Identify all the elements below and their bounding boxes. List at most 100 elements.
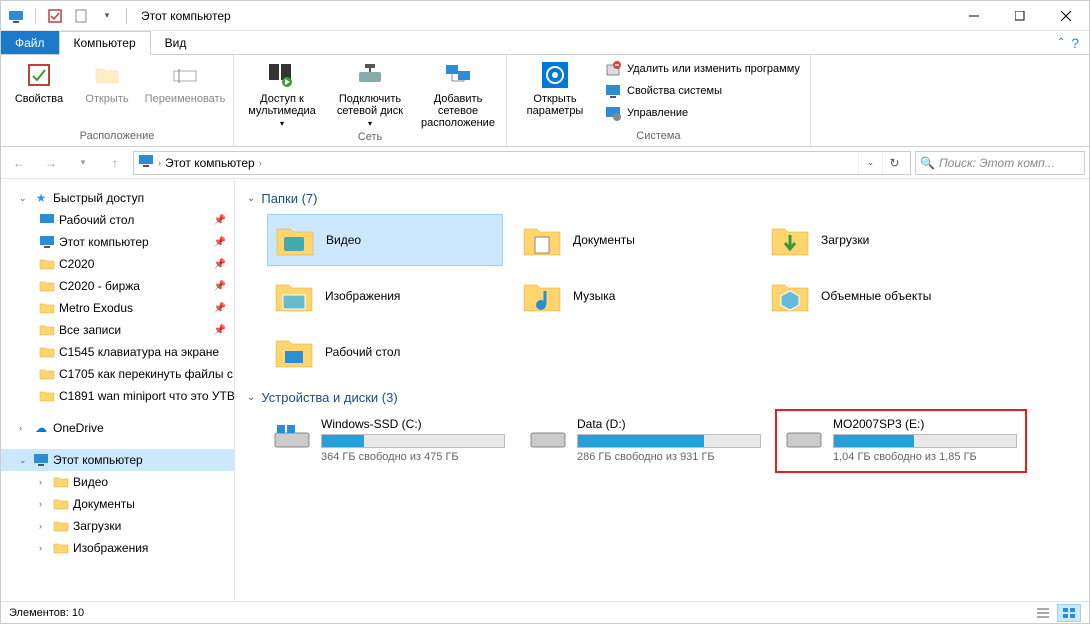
tree-quick-access[interactable]: ⌄★Быстрый доступ [1,187,234,209]
address-dropdown-button[interactable]: ⌄ [858,152,882,174]
ribbon-rename-button: Переименовать [143,57,227,105]
map-drive-icon [354,59,386,91]
folder-icon [39,344,55,360]
maximize-button[interactable] [997,1,1043,31]
folder-icon [53,540,69,556]
breadcrumb-root[interactable]: Этот компьютер [165,156,255,170]
open-icon [91,59,123,91]
downloads-folder-icon [769,219,811,261]
drive-icon [785,419,823,457]
drive-usage-bar [321,434,505,448]
ribbon-sysprops-button[interactable]: Свойства системы [601,81,804,101]
nav-recent-button[interactable]: ▾ [69,151,97,175]
nav-up-button[interactable]: ↑ [101,151,129,175]
folder-item-3d[interactable]: Объемные объекты [763,270,999,322]
uninstall-icon [605,61,621,77]
tree-folder-c2020b[interactable]: C2020 - биржа📌 [1,275,234,297]
tab-file[interactable]: Файл [1,31,59,54]
ribbon-group-system: Система [636,128,680,146]
folder-item-pictures[interactable]: Изображения [267,270,503,322]
content-pane: ⌄Папки (7) Видео Документы Загрузки Изоб… [235,179,1089,601]
minimize-button[interactable] [951,1,997,31]
ribbon-map-drive-button[interactable]: Подключить сетевой диск▾ [328,57,412,128]
close-button[interactable] [1043,1,1089,31]
qat-dropdown-icon[interactable]: ▾ [96,5,118,27]
chevron-right-icon[interactable]: › [158,158,161,168]
tree-folder-metro[interactable]: Metro Exodus📌 [1,297,234,319]
pin-icon: 📌 [214,281,226,292]
folder-icon [39,388,55,404]
tree-folder-c1705[interactable]: C1705 как перекинуть файлы с п [1,363,234,385]
folder-icon [53,518,69,534]
tree-documents[interactable]: ›Документы [1,493,234,515]
star-icon: ★ [33,190,49,206]
qat-new-icon[interactable] [70,5,92,27]
tree-this-pc-pinned[interactable]: Этот компьютер📌 [1,231,234,253]
qat-explorer-icon[interactable] [5,5,27,27]
tree-downloads[interactable]: ›Загрузки [1,515,234,537]
manage-icon [605,105,621,121]
ribbon-group-network: Сеть [358,129,382,147]
search-input[interactable]: 🔍 Поиск: Этот комп... [915,151,1085,175]
ribbon-settings-button[interactable]: Открыть параметры [513,57,597,117]
add-location-icon [442,59,474,91]
folder-item-videos[interactable]: Видео [267,214,503,266]
tree-videos[interactable]: ›Видео [1,471,234,493]
tab-computer[interactable]: Компьютер [59,31,151,55]
folder-item-desktop[interactable]: Рабочий стол [267,326,503,378]
pc-icon [39,234,55,250]
group-header-folders[interactable]: ⌄Папки (7) [247,191,1085,206]
tree-this-pc[interactable]: ⌄Этот компьютер [1,449,234,471]
qat-properties-icon[interactable] [44,5,66,27]
drive-item-c[interactable]: Windows-SSD (C:) 364 ГБ свободно из 475 … [267,413,511,469]
ribbon-manage-button[interactable]: Управление [601,103,804,123]
tree-folder-c2020[interactable]: C2020📌 [1,253,234,275]
tree-pictures[interactable]: ›Изображения [1,537,234,559]
folder-item-documents[interactable]: Документы [515,214,751,266]
folder-item-downloads[interactable]: Загрузки [763,214,999,266]
videos-folder-icon [274,219,316,261]
pin-icon: 📌 [214,237,226,248]
ribbon-add-location-button[interactable]: Добавить сетевое расположение [416,57,500,129]
drive-usage-bar [833,434,1017,448]
drive-icon [273,419,311,457]
view-details-button[interactable] [1031,604,1055,622]
pin-icon: 📌 [214,215,226,226]
group-header-drives[interactable]: ⌄Устройства и диски (3) [247,390,1085,405]
ribbon-properties-button[interactable]: Свойства [7,57,71,105]
folder-icon [39,256,55,272]
refresh-button[interactable]: ↻ [882,152,906,174]
search-icon: 🔍 [920,156,935,170]
folder-icon [39,366,55,382]
tree-folder-c1545[interactable]: C1545 клавиатура на экране [1,341,234,363]
ribbon-uninstall-button[interactable]: Удалить или изменить программу [601,59,804,79]
tree-folder-c1891[interactable]: C1891 wan miniport что это УТВЕ [1,385,234,407]
sysprops-icon [605,83,621,99]
tree-onedrive[interactable]: ›☁OneDrive [1,417,234,439]
drive-item-e[interactable]: MO2007SP3 (E:) 1,04 ГБ свободно из 1,85 … [779,413,1023,469]
folder-item-music[interactable]: Музыка [515,270,751,322]
tree-folder-all[interactable]: Все записи📌 [1,319,234,341]
ribbon-group-location: Расположение [80,128,155,146]
title-bar: ▾ Этот компьютер [1,1,1089,31]
nav-back-button[interactable]: ← [5,151,33,175]
desktop-icon [39,212,55,228]
status-bar: Элементов: 10 [1,601,1089,623]
view-large-icons-button[interactable] [1057,604,1081,622]
desktop-folder-icon [273,331,315,373]
tree-desktop[interactable]: Рабочий стол📌 [1,209,234,231]
onedrive-icon: ☁ [33,420,49,436]
ribbon-collapse-button[interactable]: ⌃? [1047,31,1089,54]
ribbon-media-button[interactable]: Доступ к мультимедиа▾ [240,57,324,128]
folder-icon [39,322,55,338]
address-bar[interactable]: › Этот компьютер › ⌄ ↻ [133,151,911,175]
media-icon [266,59,298,91]
drive-item-d[interactable]: Data (D:) 286 ГБ свободно из 931 ГБ [523,413,767,469]
chevron-right-icon[interactable]: › [259,158,262,168]
ribbon: Свойства Открыть Переименовать Расположе… [1,55,1089,147]
nav-forward-button[interactable]: → [37,151,65,175]
tab-view[interactable]: Вид [151,31,201,54]
settings-icon [539,59,571,91]
folder-icon [53,474,69,490]
pin-icon: 📌 [214,259,226,270]
